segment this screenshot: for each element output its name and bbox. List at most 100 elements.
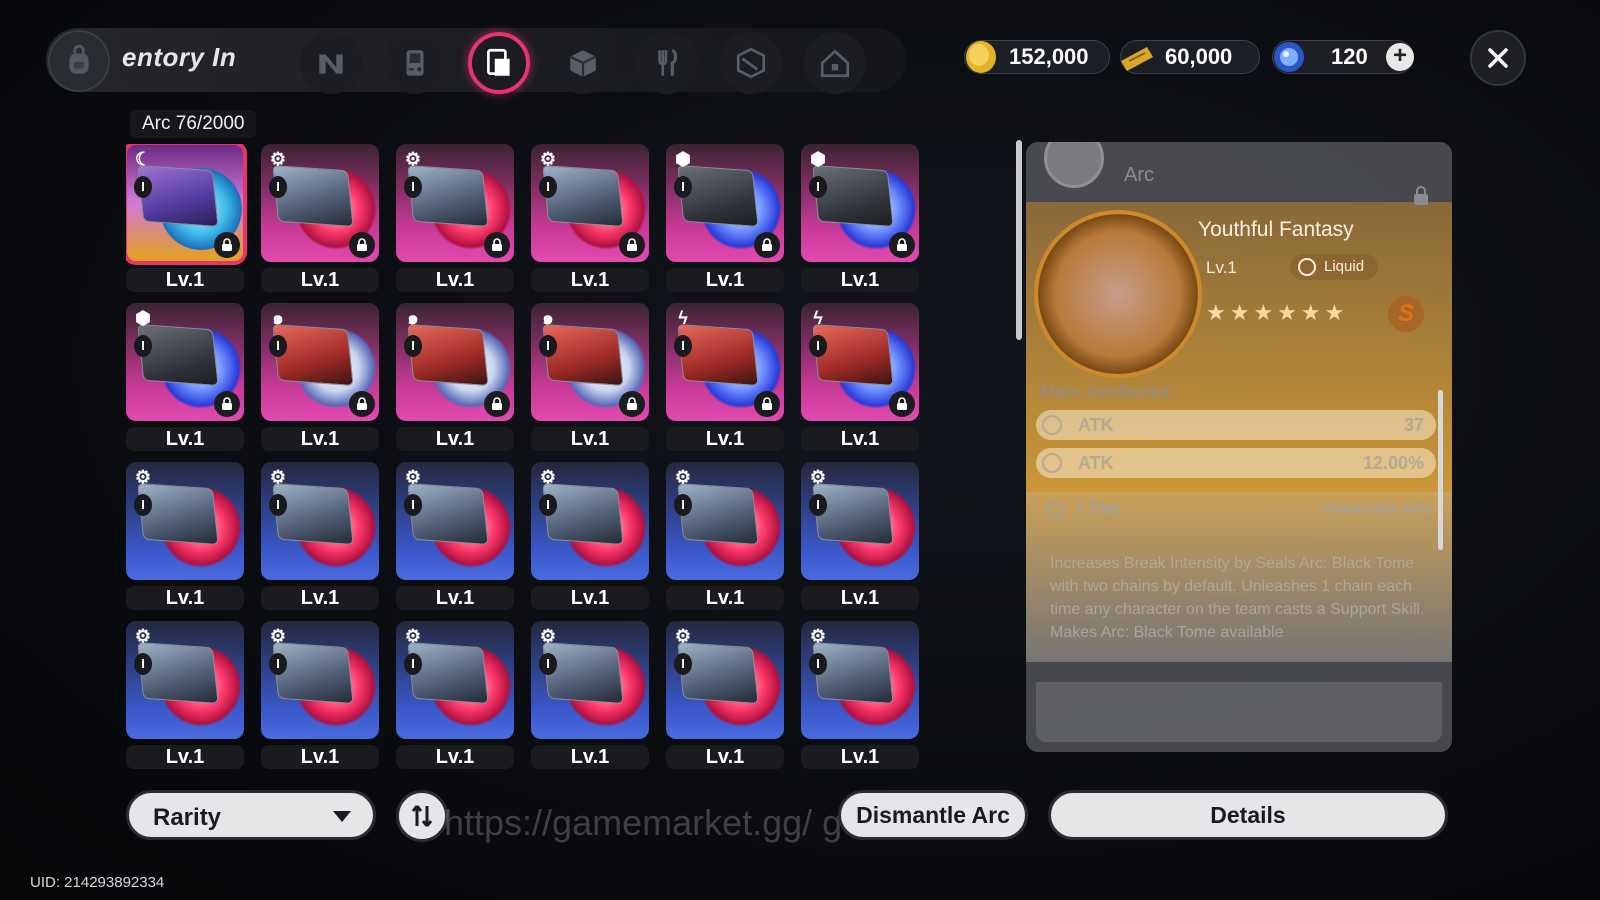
arc-item-card[interactable]: ⚙ I Lv.1 xyxy=(666,462,784,610)
tier-label: I Tier xyxy=(1078,498,1121,518)
arc-item-card[interactable]: ⚙ I Lv.1 xyxy=(531,144,649,292)
lock-icon[interactable] xyxy=(754,391,780,417)
tab-cube[interactable] xyxy=(552,32,614,94)
category-tabs xyxy=(300,32,866,94)
ticket-icon xyxy=(1121,47,1153,71)
arc-item-card[interactable]: ⬢ I Lv.1 xyxy=(801,144,919,292)
item-detail-panel: Arc Youthful Fantasy Lv.1 Liquid ★★★★★★ … xyxy=(1026,142,1452,752)
arc-item-art: ⚙ I xyxy=(261,621,379,739)
detail-scrollbar[interactable] xyxy=(1438,390,1443,550)
lock-icon[interactable] xyxy=(619,391,645,417)
arc-box-graphic xyxy=(812,641,894,705)
tab-food[interactable] xyxy=(636,32,698,94)
item-level-label: Lv.1 xyxy=(801,427,919,451)
dismantle-arc-button[interactable]: Dismantle Arc xyxy=(838,790,1028,840)
arc-item-card[interactable]: ⚙ I Lv.1 xyxy=(126,621,244,769)
tier-marker: I xyxy=(809,335,827,357)
arc-item-art: ⚙ I xyxy=(261,144,379,262)
box-open-icon xyxy=(736,47,766,79)
arc-item-card[interactable]: ⚙ I Lv.1 xyxy=(261,621,379,769)
arc-item-art: ⚙ I xyxy=(531,144,649,262)
arc-box-graphic xyxy=(677,323,759,387)
arc-item-card[interactable]: ⚙ I Lv.1 xyxy=(531,462,649,610)
cube-icon xyxy=(569,50,597,77)
lock-icon[interactable] xyxy=(214,391,240,417)
arc-box-graphic xyxy=(812,164,894,228)
tab-console[interactable] xyxy=(384,32,446,94)
inventory-bag-button[interactable] xyxy=(48,30,110,92)
arc-box-graphic xyxy=(542,164,624,228)
sort-rarity-dropdown[interactable]: Rarity xyxy=(126,790,376,840)
currency-ticket: 60,000 xyxy=(1120,40,1260,74)
arc-item-art: ☾ I xyxy=(126,144,247,265)
tab-materials[interactable] xyxy=(720,32,782,94)
arc-item-card[interactable]: ๑ I Lv.1 xyxy=(396,303,514,451)
tier-marker: I xyxy=(404,653,422,675)
item-level-label: Lv.1 xyxy=(126,268,244,292)
lock-icon[interactable] xyxy=(484,232,510,258)
arc-box-graphic xyxy=(137,323,219,387)
lock-icon[interactable] xyxy=(214,232,240,258)
main-attributes-title: Main Attributes xyxy=(1040,382,1171,402)
lock-icon[interactable] xyxy=(619,232,645,258)
arc-box-graphic xyxy=(407,323,489,387)
handheld-console-icon xyxy=(406,50,424,76)
arc-item-card[interactable]: ⚙ I Lv.1 xyxy=(801,621,919,769)
arc-item-card[interactable]: ⬢ I Lv.1 xyxy=(666,144,784,292)
arc-item-card[interactable]: ☾ I Lv.1 xyxy=(126,144,247,292)
item-type-label: Liquid xyxy=(1324,258,1365,275)
arc-box-graphic xyxy=(542,482,624,546)
arc-item-card[interactable]: ⚙ I Lv.1 xyxy=(396,621,514,769)
close-button[interactable] xyxy=(1470,30,1526,86)
arc-item-art: ϟI xyxy=(801,303,919,421)
gear-icon: ⚙ xyxy=(134,626,152,646)
gear-icon: ⚙ xyxy=(539,467,557,487)
item-level-label: Lv.1 xyxy=(261,586,379,610)
details-button[interactable]: Details xyxy=(1048,790,1448,840)
backpack-icon xyxy=(69,44,89,74)
tier-marker: I xyxy=(809,494,827,516)
swirl-icon: ๑ xyxy=(407,308,419,328)
add-crystal-button[interactable]: + xyxy=(1386,43,1414,71)
arc-item-card[interactable]: ๑ I Lv.1 xyxy=(531,303,649,451)
tier-note: characters only xyxy=(1321,500,1432,517)
tab-arc[interactable] xyxy=(468,32,530,94)
tier-marker: I xyxy=(134,335,152,357)
lightning-icon: ϟ xyxy=(813,308,823,328)
sort-order-button[interactable] xyxy=(396,790,448,842)
arc-item-card[interactable]: ⚙ I Lv.1 xyxy=(126,462,244,610)
arc-item-art: ⚙ I xyxy=(396,144,514,262)
lock-icon[interactable] xyxy=(1412,186,1430,206)
crystal-icon xyxy=(1274,42,1304,72)
arc-item-card[interactable]: ϟ I Lv.1 xyxy=(801,303,919,451)
arc-item-card[interactable]: ๑ I Lv.1 xyxy=(261,303,379,451)
item-level: Lv.1 xyxy=(1206,258,1237,277)
grid-scrollbar-thumb[interactable] xyxy=(1016,140,1022,340)
arc-box-graphic xyxy=(137,641,219,705)
arc-item-card[interactable]: ⚙ I Lv.1 xyxy=(396,144,514,292)
lock-icon[interactable] xyxy=(754,232,780,258)
lock-icon[interactable] xyxy=(349,391,375,417)
lock-icon[interactable] xyxy=(349,232,375,258)
tier-icon xyxy=(1046,500,1064,518)
tier-marker: I xyxy=(539,653,557,675)
lock-icon[interactable] xyxy=(889,232,915,258)
item-level-label: Lv.1 xyxy=(126,427,244,451)
arc-item-card[interactable]: ⚙ I Lv.1 xyxy=(531,621,649,769)
arc-item-card[interactable]: ⚙ I Lv.1 xyxy=(801,462,919,610)
arc-item-card[interactable]: ⚙ I Lv.1 xyxy=(666,621,784,769)
lock-icon[interactable] xyxy=(484,391,510,417)
tier-row: I Tier characters only xyxy=(1036,494,1436,524)
arc-item-card[interactable]: ⚙ I Lv.1 xyxy=(261,144,379,292)
tab-n-logo[interactable] xyxy=(300,32,362,94)
arc-item-card[interactable]: ⬢ I Lv.1 xyxy=(126,303,244,451)
arc-item-card[interactable]: ϟ I Lv.1 xyxy=(666,303,784,451)
tier-marker: I xyxy=(539,494,557,516)
lock-icon[interactable] xyxy=(889,391,915,417)
rank-badge: S xyxy=(1388,296,1424,332)
arc-item-card[interactable]: ⚙ I Lv.1 xyxy=(396,462,514,610)
arc-item-art: ๑I xyxy=(531,303,649,421)
arc-item-card[interactable]: ⚙ I Lv.1 xyxy=(261,462,379,610)
tab-furniture[interactable] xyxy=(804,32,866,94)
panel-footer xyxy=(1036,682,1442,742)
